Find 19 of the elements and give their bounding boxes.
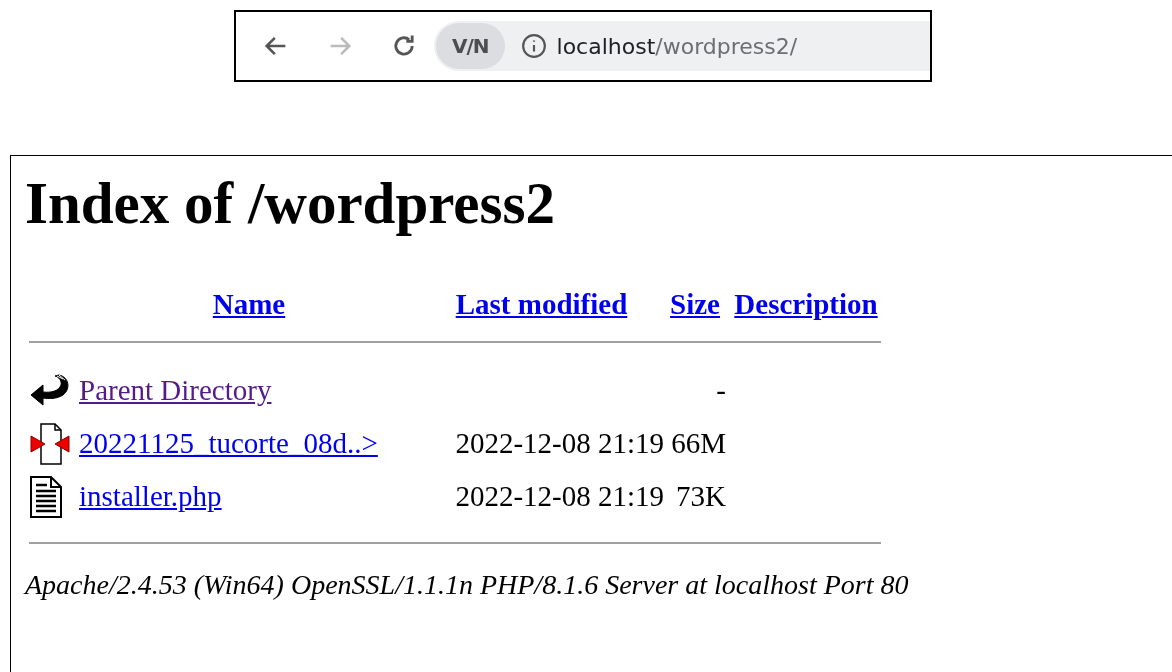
file-link[interactable]: Parent Directory <box>79 374 272 407</box>
file-link[interactable]: installer.php <box>79 480 222 513</box>
column-header-link[interactable]: Name <box>212 288 286 320</box>
file-size: - <box>716 374 726 407</box>
modified-date: 2022-12-08 21:19 <box>455 427 664 460</box>
vpn-badge[interactable]: V/N <box>436 23 505 69</box>
url-host: localhost <box>556 33 656 59</box>
column-header-link[interactable]: Size <box>670 288 720 320</box>
file-size: 66M <box>671 427 726 460</box>
column-header-link[interactable]: Description <box>734 288 878 320</box>
server-signature: Apache/2.4.53 (Win64) OpenSSL/1.1.1n PHP/8.1.6 Server at localhost Port 80 <box>25 567 910 602</box>
column-header-link[interactable]: Last modified <box>455 288 628 320</box>
file-link[interactable]: 20221125_tucorte_08d..> <box>79 427 378 460</box>
url-path: /wordpress2/ <box>655 33 798 59</box>
file-size: 73K <box>676 480 726 513</box>
modified-date: 2022-12-08 21:19 <box>455 480 664 513</box>
text-file-icon <box>29 475 63 519</box>
info-icon[interactable] <box>520 33 547 59</box>
file-arrows-icon <box>29 422 71 466</box>
